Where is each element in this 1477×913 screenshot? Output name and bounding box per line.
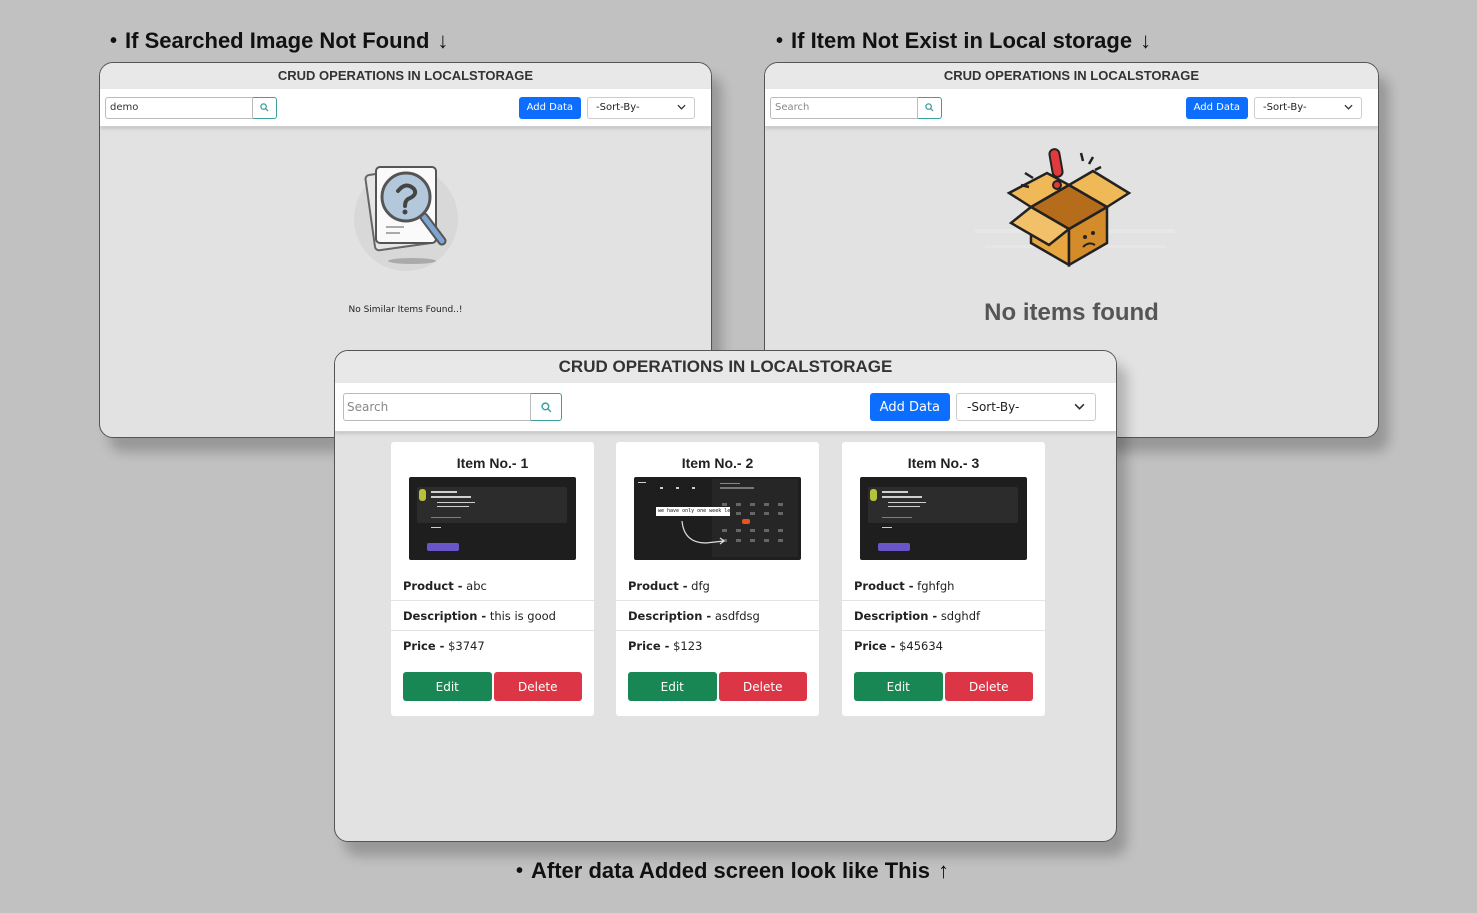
search-group [770,96,942,119]
item-product-row: Product - abc [391,571,594,601]
item-description-row: Description - asdfdsg [616,601,819,631]
caption-not-exist: • If Item Not Exist in Local storage ↓ [776,28,1152,53]
page-title: CRUD OPERATIONS IN LOCALSTORAGE [335,351,1116,383]
toolbar-actions: Add Data -Sort-By- [1185,96,1362,119]
sort-select-value: -Sort-By- [967,400,1020,414]
item-description: sdghdf [940,609,981,623]
item-card: Item No.- 2 we have only one week left P… [616,442,819,716]
search-input[interactable] [770,96,918,119]
arrow-down-icon: ↓ [1140,28,1152,53]
search-input[interactable] [105,96,253,119]
search-input[interactable] [343,393,531,421]
edit-button[interactable]: Edit [628,672,717,701]
item-price-row: Price - $123 [628,639,703,653]
toolbar: Add Data -Sort-By- [100,89,711,127]
item-description: asdfdsg [714,609,760,623]
item-actions: Edit Delete [616,672,819,701]
toolbar-actions: Add Data -Sort-By- [869,393,1096,421]
delete-button[interactable]: Delete [944,672,1033,701]
sort-select[interactable]: -Sort-By- [587,96,695,119]
toolbar: Add Data -Sort-By- [765,89,1378,127]
chevron-down-icon [1074,402,1085,413]
search-group [343,393,562,421]
item-actions: Edit Delete [391,672,594,701]
item-card: Item No.- 3 Product - fghfgh Description… [842,442,1045,716]
caption-not-found: • If Searched Image Not Found ↓ [110,28,449,53]
item-price: $3747 [448,639,485,653]
item-product: dfg [691,579,710,593]
edit-button[interactable]: Edit [403,672,492,701]
window-items-list: CRUD OPERATIONS IN LOCALSTORAGE Add Data… [334,350,1117,842]
item-price: $123 [673,639,703,653]
search-button[interactable] [918,96,942,119]
item-price: $45634 [899,639,943,653]
item-image [860,477,1027,560]
item-image [409,477,576,560]
sort-select[interactable]: -Sort-By- [1254,96,1362,119]
edit-button[interactable]: Edit [854,672,943,701]
item-title: Item No.- 2 [681,455,754,471]
caption-not-exist-text: If Item Not Exist in Local storage [791,28,1133,53]
sort-select-value: -Sort-By- [1263,102,1307,113]
caption-added: • After data Added screen look like This… [516,858,949,883]
search-button[interactable] [253,96,277,119]
search-icon [540,401,551,412]
empty-search-message: No Similar Items Found..! [348,305,463,315]
item-product: fghfgh [917,579,955,593]
add-data-button[interactable]: Add Data [869,393,950,421]
item-product-row: Product - dfg [616,571,819,601]
delete-button[interactable]: Delete [493,672,582,701]
item-title: Item No.- 3 [907,455,980,471]
arrow-down-icon: ↓ [437,28,449,53]
item-price-row: Price - $45634 [854,639,943,653]
chevron-down-icon [677,102,686,113]
item-description: this is good [489,609,556,623]
page-title: CRUD OPERATIONS IN LOCALSTORAGE [100,63,711,89]
toolbar: Add Data -Sort-By- [335,383,1116,432]
item-description-row: Description - this is good [391,601,594,631]
item-description-row: Description - sdghdf [842,601,1045,631]
item-product-row: Product - fghfgh [842,571,1045,601]
add-data-button[interactable]: Add Data [1185,96,1248,119]
page-title: CRUD OPERATIONS IN LOCALSTORAGE [765,63,1378,89]
item-image: we have only one week left [634,477,801,560]
thumbnail-banner-text: we have only one week left [656,507,730,516]
document-magnifier-question-icon [352,157,462,282]
empty-storage-message: No items found [984,299,1159,326]
delete-button[interactable]: Delete [718,672,807,701]
search-icon [260,103,269,112]
sort-select-value: -Sort-By- [596,102,640,113]
caption-not-found-text: If Searched Image Not Found [125,28,430,53]
search-button[interactable] [531,393,562,421]
item-product: abc [466,579,487,593]
search-icon [925,103,934,112]
chevron-down-icon [1344,102,1353,113]
caption-added-text: After data Added screen look like This [531,858,930,883]
open-box-exclamation-icon [975,145,1175,275]
arrow-up-icon: ↑ [937,858,949,883]
sort-select[interactable]: -Sort-By- [956,393,1096,421]
item-card: Item No.- 1 Product - abc Description - … [391,442,594,716]
item-title: Item No.- 1 [456,455,529,471]
toolbar-actions: Add Data -Sort-By- [518,96,695,119]
item-price-row: Price - $3747 [403,639,485,653]
item-actions: Edit Delete [842,672,1045,701]
add-data-button[interactable]: Add Data [518,96,581,119]
search-group [105,96,277,119]
